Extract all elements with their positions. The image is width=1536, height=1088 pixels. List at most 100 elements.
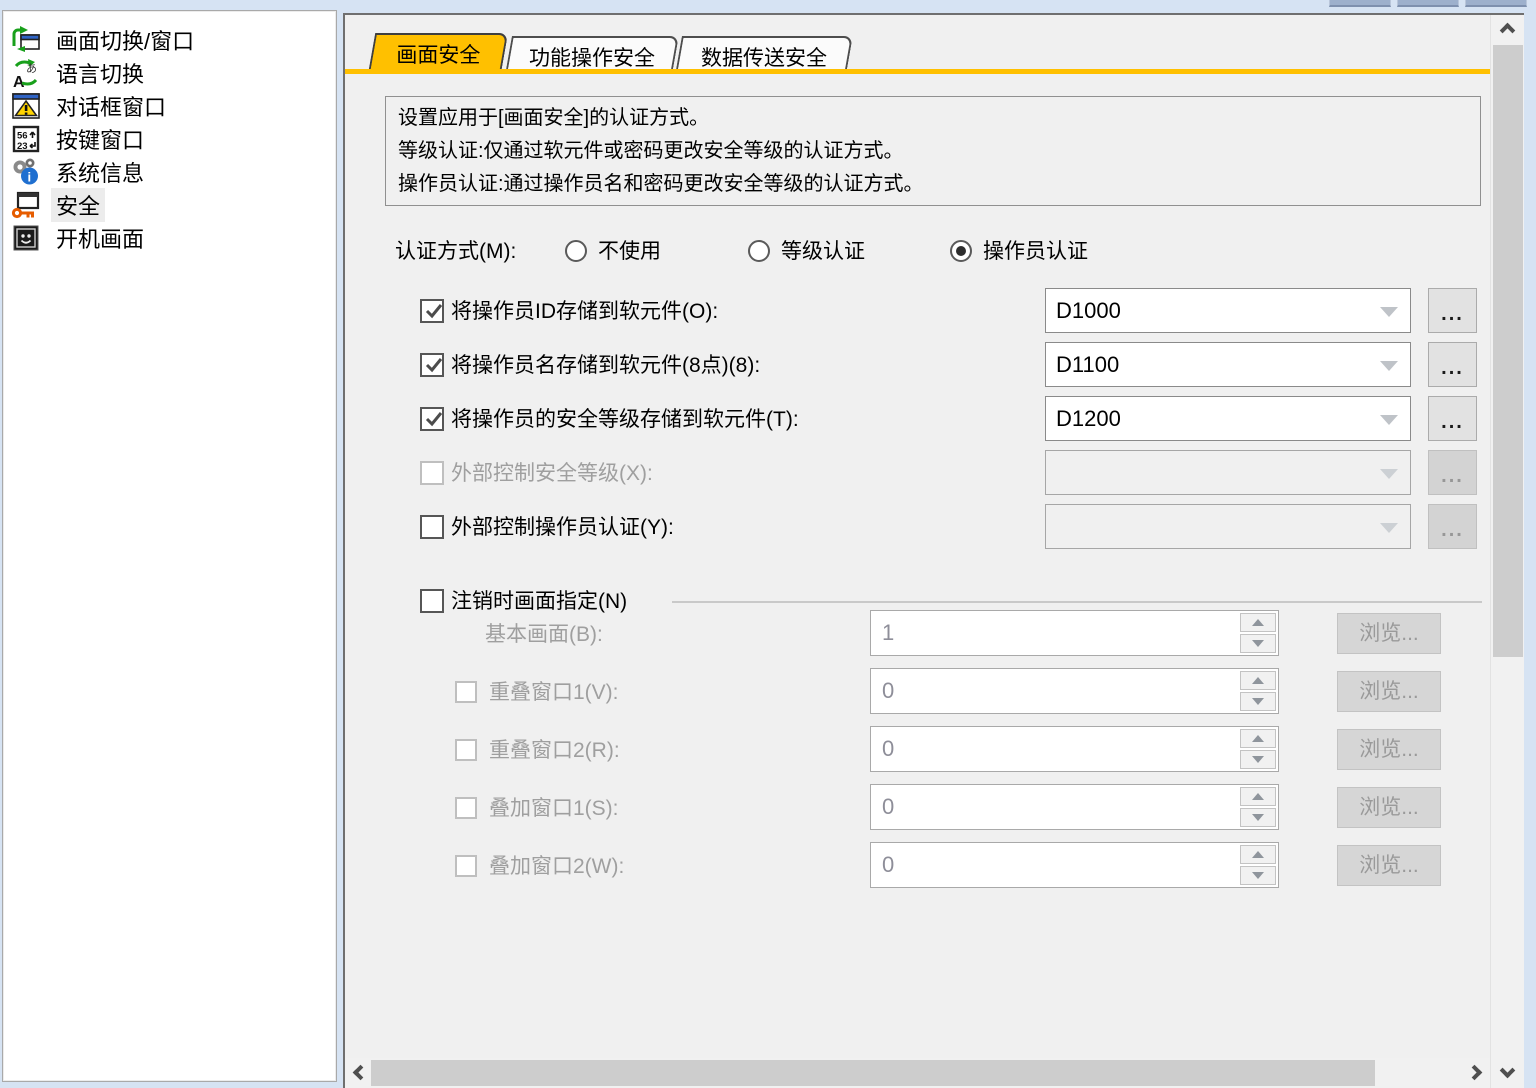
radio-level-authentication[interactable]	[748, 240, 770, 262]
radio-operator-authentication[interactable]	[950, 240, 972, 262]
overlap-window-2-stepper[interactable]: 0	[870, 726, 1279, 772]
stepper-buttons	[1240, 613, 1276, 653]
sidebar-item-label: 语言切换	[51, 56, 149, 90]
stepper-value: 0	[873, 787, 1240, 827]
superimpose-window-2-stepper[interactable]: 0	[870, 842, 1279, 888]
base-screen-browse-button[interactable]: 浏览...	[1337, 613, 1441, 654]
sidebar-item-label: 系统信息	[51, 155, 149, 189]
svg-text:56: 56	[17, 130, 28, 141]
operator-name-device-combo[interactable]: D1100	[1045, 342, 1411, 387]
checkbox-external-control-operator-auth[interactable]	[420, 515, 444, 539]
stepper-up-button[interactable]	[1240, 787, 1276, 806]
checkbox-external-control-security-level[interactable]	[420, 461, 444, 485]
overlap-window-1-browse-button[interactable]: 浏览...	[1337, 671, 1441, 712]
sidebar-item-dialog-window[interactable]: 对话框窗口	[3, 89, 336, 122]
operator-name-device-browse-button[interactable]: ...	[1428, 342, 1477, 387]
checkbox-superimpose-window-2[interactable]	[455, 855, 477, 877]
superimpose-window-1-stepper[interactable]: 0	[870, 784, 1279, 830]
stepper-down-button[interactable]	[1240, 750, 1276, 769]
triangle-down-icon	[1252, 756, 1264, 763]
checkbox-store-security-level[interactable]	[420, 407, 444, 431]
cutoff-dialog-button-1[interactable]	[1329, 0, 1391, 7]
tab-data-transfer-security[interactable]: 数据传送安全	[676, 36, 853, 69]
operator-id-device-combo[interactable]: D1000	[1045, 288, 1411, 333]
scroll-up-icon[interactable]	[1500, 23, 1516, 39]
stepper-down-button[interactable]	[1240, 866, 1276, 885]
tab-function-operation-security[interactable]: 功能操作安全	[506, 36, 679, 69]
svg-text:i: i	[28, 169, 32, 184]
group-box-line	[672, 601, 1482, 603]
security-settings-dialog: 画面切换/窗口 あ A 语言切换 对话框窗口	[0, 0, 1536, 1088]
external-security-level-browse-button[interactable]: ...	[1428, 450, 1477, 495]
operator-id-device-browse-button[interactable]: ...	[1428, 288, 1477, 333]
stepper-down-button[interactable]	[1240, 692, 1276, 711]
screen-switch-icon	[11, 25, 41, 55]
combo-value: D1200	[1056, 406, 1121, 432]
security-icon	[11, 190, 41, 220]
checkbox-store-operator-name[interactable]	[420, 353, 444, 377]
triangle-down-icon	[1252, 640, 1264, 647]
auth-method-label: 认证方式(M):	[395, 239, 516, 265]
external-operator-auth-browse-button[interactable]: ...	[1428, 504, 1477, 549]
checkbox-overlap-window-1[interactable]	[455, 681, 477, 703]
stepper-up-button[interactable]	[1240, 613, 1276, 632]
external-security-level-combo[interactable]	[1045, 450, 1411, 495]
tab-label: 数据传送安全	[681, 38, 848, 72]
chevron-down-icon	[1380, 469, 1398, 479]
external-control-security-level-label: 外部控制安全等级(X):	[451, 461, 653, 487]
stepper-value: 0	[873, 729, 1240, 769]
chevron-down-icon	[1380, 361, 1398, 371]
overlap-window-1-stepper[interactable]: 0	[870, 668, 1279, 714]
language-switch-icon: あ A	[11, 58, 41, 88]
horizontal-scrollbar-thumb[interactable]	[371, 1060, 1375, 1086]
sidebar-item-language-switching[interactable]: あ A 语言切换	[3, 56, 336, 89]
tab-label: 画面安全	[374, 35, 503, 69]
scroll-right-icon[interactable]	[1467, 1065, 1483, 1081]
triangle-up-icon	[1252, 735, 1264, 742]
radio-not-used[interactable]	[565, 240, 587, 262]
triangle-down-icon	[1252, 872, 1264, 879]
vertical-scrollbar-thumb[interactable]	[1493, 45, 1523, 657]
svg-text:あ: あ	[26, 62, 37, 75]
sidebar-item-startup-screen[interactable]: 开机画面	[3, 221, 336, 254]
superimpose-window-2-browse-button[interactable]: 浏览...	[1337, 845, 1441, 886]
chevron-down-icon	[1380, 307, 1398, 317]
stepper-up-button[interactable]	[1240, 729, 1276, 748]
chevron-down-icon	[1380, 523, 1398, 533]
cutoff-dialog-button-2[interactable]	[1397, 0, 1459, 7]
radio-operator-authentication-label: 操作员认证	[983, 239, 1088, 265]
combo-value: D1100	[1056, 352, 1119, 378]
scroll-left-icon[interactable]	[353, 1065, 369, 1081]
overlap-window-2-browse-button[interactable]: 浏览...	[1337, 729, 1441, 770]
superimpose-window-2-label: 叠加窗口2(W):	[489, 854, 624, 880]
stepper-up-button[interactable]	[1240, 671, 1276, 690]
checkbox-logout-screen-spec[interactable]	[420, 589, 444, 613]
superimpose-window-1-browse-button[interactable]: 浏览...	[1337, 787, 1441, 828]
sidebar-item-system-information[interactable]: i 系统信息	[3, 155, 336, 188]
checkbox-overlap-window-2[interactable]	[455, 739, 477, 761]
stepper-down-button[interactable]	[1240, 634, 1276, 653]
sidebar-item-security[interactable]: 安全	[3, 188, 336, 221]
stepper-buttons	[1240, 845, 1276, 885]
description-line: 等级认证:仅通过软元件或密码更改安全等级的认证方式。	[398, 135, 1468, 168]
external-operator-auth-combo[interactable]	[1045, 504, 1411, 549]
security-level-device-browse-button[interactable]: ...	[1428, 396, 1477, 441]
svg-text:23: 23	[17, 141, 28, 152]
stepper-up-button[interactable]	[1240, 845, 1276, 864]
horizontal-scrollbar[interactable]	[345, 1058, 1490, 1088]
scroll-down-icon[interactable]	[1500, 1063, 1516, 1079]
sidebar-item-key-window[interactable]: 56 23 按键窗口	[3, 122, 336, 155]
svg-text:A: A	[13, 74, 25, 88]
security-level-device-combo[interactable]: D1200	[1045, 396, 1411, 441]
stepper-buttons	[1240, 671, 1276, 711]
base-screen-number-stepper[interactable]: 1	[870, 610, 1279, 656]
stepper-down-button[interactable]	[1240, 808, 1276, 827]
checkbox-superimpose-window-1[interactable]	[455, 797, 477, 819]
description-line: 设置应用于[画面安全]的认证方式。	[398, 102, 1468, 135]
checkbox-store-operator-id[interactable]	[420, 299, 444, 323]
cutoff-dialog-button-3[interactable]	[1465, 0, 1527, 7]
tab-screen-security[interactable]: 画面安全	[369, 33, 508, 69]
store-operator-name-label: 将操作员名存储到软元件(8点)(8):	[451, 353, 760, 379]
sidebar-item-screen-switching[interactable]: 画面切换/窗口	[3, 23, 336, 56]
vertical-scrollbar[interactable]	[1490, 15, 1524, 1088]
